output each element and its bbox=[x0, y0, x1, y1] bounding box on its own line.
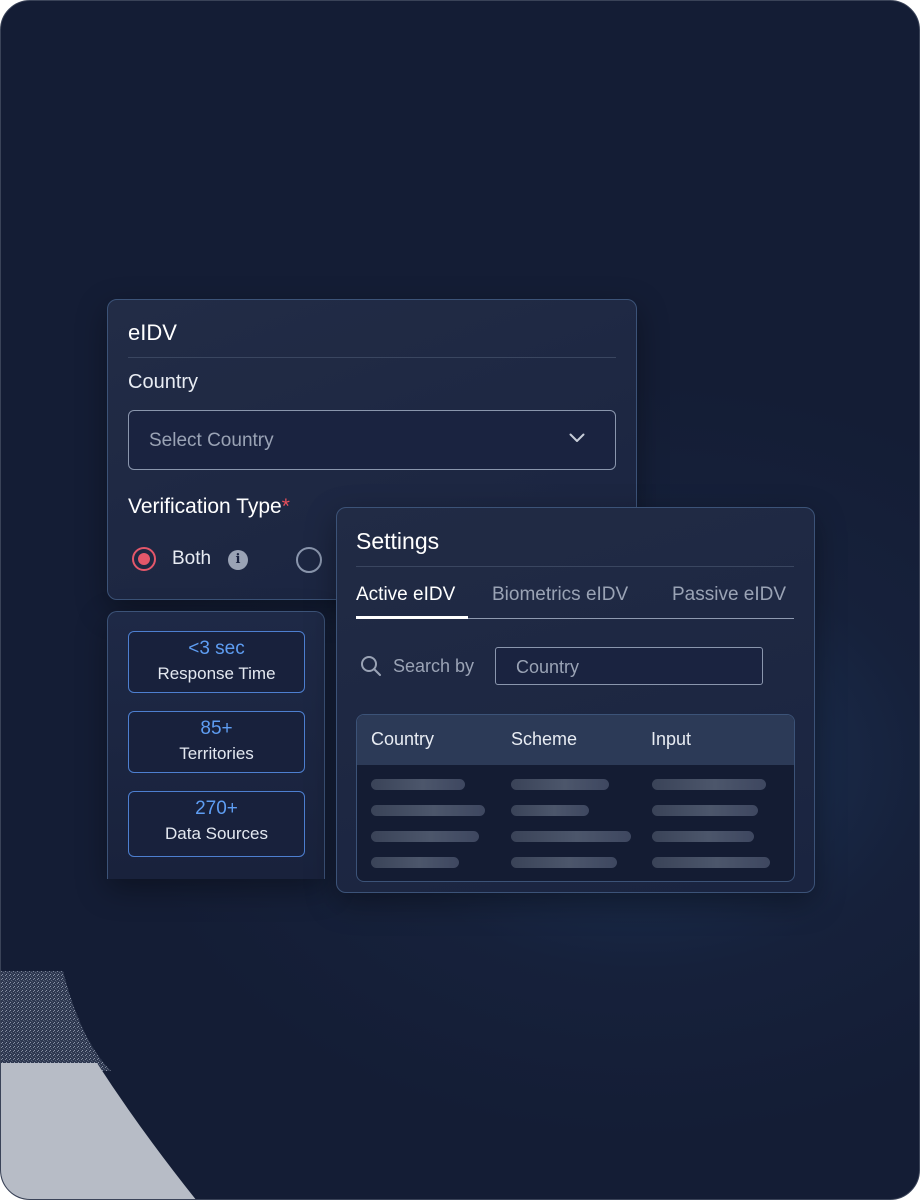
settings-panel: Settings Active eIDV Biometrics eIDV Pas… bbox=[336, 507, 815, 893]
radio-both[interactable] bbox=[132, 547, 156, 571]
skeleton-cell bbox=[371, 857, 459, 868]
table-header: Country Scheme Input bbox=[357, 715, 794, 765]
active-tab-indicator bbox=[356, 616, 468, 619]
country-select[interactable]: Select Country bbox=[128, 410, 616, 470]
stat-value: <3 sec bbox=[188, 638, 245, 659]
tab-biometrics-eidv[interactable]: Biometrics eIDV bbox=[492, 584, 628, 606]
skeleton-cell bbox=[511, 857, 617, 868]
search-by-label: Search by bbox=[393, 656, 475, 676]
skeleton-cell bbox=[511, 831, 631, 842]
column-header-scheme: Scheme bbox=[511, 729, 578, 749]
info-icon[interactable]: i bbox=[228, 550, 248, 570]
country-label: Country bbox=[128, 371, 199, 393]
settings-title: Settings bbox=[356, 528, 440, 554]
stat-data-sources: 270+ Data Sources bbox=[128, 791, 305, 857]
skeleton-cell bbox=[371, 805, 485, 816]
hero-card: eIDV Country Select Country Verification… bbox=[0, 0, 920, 1200]
search-icon bbox=[361, 656, 381, 676]
country-select-placeholder: Select Country bbox=[149, 430, 274, 451]
tab-passive-eidv[interactable]: Passive eIDV bbox=[672, 584, 786, 606]
eidv-title: eIDV bbox=[128, 320, 177, 345]
skeleton-cell bbox=[652, 805, 758, 816]
radio-both-label[interactable]: Both bbox=[172, 548, 211, 570]
stat-label: Response Time bbox=[157, 664, 276, 683]
stat-label: Data Sources bbox=[165, 824, 268, 843]
search-field[interactable]: Country bbox=[495, 647, 763, 685]
column-header-country: Country bbox=[371, 729, 435, 749]
stat-label: Territories bbox=[179, 744, 254, 763]
tab-bar: Active eIDV Biometrics eIDV Passive eIDV bbox=[356, 584, 794, 619]
required-marker: * bbox=[281, 495, 290, 518]
radio-option-2[interactable] bbox=[296, 547, 322, 573]
stat-value: 270+ bbox=[195, 798, 238, 819]
divider bbox=[356, 566, 794, 567]
skeleton-cell bbox=[511, 805, 589, 816]
stat-response-time: <3 sec Response Time bbox=[128, 631, 305, 693]
skeleton-cell bbox=[652, 779, 766, 790]
chevron-down-icon bbox=[569, 433, 585, 442]
skeleton-cell bbox=[371, 779, 465, 790]
divider bbox=[128, 357, 616, 358]
column-header-input: Input bbox=[651, 729, 692, 749]
stat-value: 85+ bbox=[200, 718, 233, 739]
stats-panel: <3 sec Response Time 85+ Territories 270… bbox=[107, 611, 325, 879]
skeleton-cell bbox=[511, 779, 609, 790]
results-table: Country Scheme Input bbox=[356, 714, 795, 882]
skeleton-cell bbox=[652, 857, 770, 868]
skeleton-cell bbox=[652, 831, 754, 842]
skeleton-cell bbox=[371, 831, 479, 842]
tab-active-eidv[interactable]: Active eIDV bbox=[356, 584, 455, 606]
verification-type-label: Verification Type* bbox=[128, 495, 290, 518]
stat-territories: 85+ Territories bbox=[128, 711, 305, 773]
decorative-corner-shape bbox=[1, 971, 196, 1199]
search-field-value: Country bbox=[516, 657, 580, 677]
